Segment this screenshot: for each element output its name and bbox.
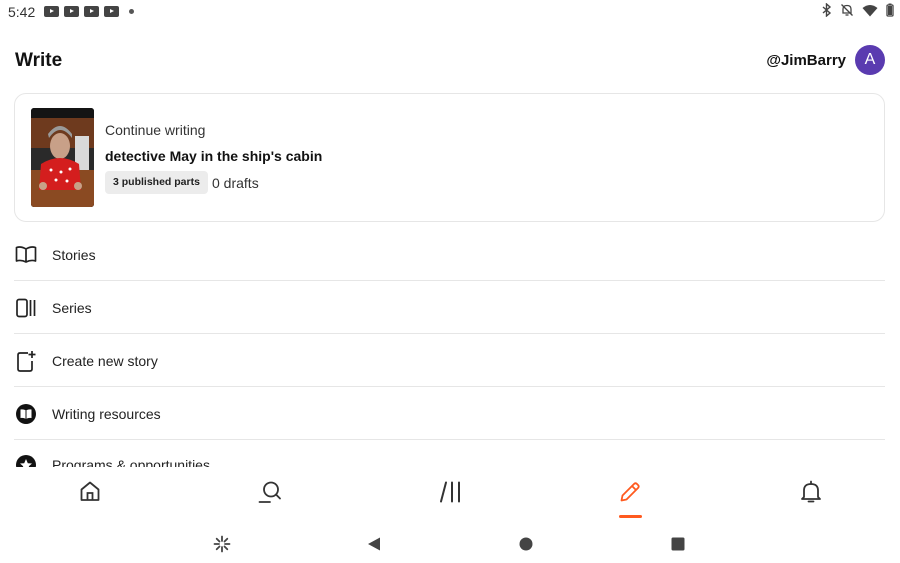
menu-item-writing-resources[interactable]: Writing resources (14, 388, 885, 440)
search-icon (258, 481, 281, 503)
pencil-icon (620, 482, 640, 502)
home-circle-icon (519, 537, 533, 551)
story-title: detective May in the ship's cabin (105, 148, 323, 164)
series-stack-icon (14, 296, 38, 320)
menu-overflow-clip: Programs & opportunities (0, 455, 900, 467)
back-button[interactable] (361, 531, 387, 557)
bluetooth-icon (822, 3, 832, 17)
username-link[interactable]: @JimBarry (766, 52, 846, 69)
published-parts-badge: 3 published parts (105, 171, 208, 194)
nav-home[interactable] (70, 480, 110, 516)
home-button[interactable] (513, 531, 539, 557)
avatar[interactable]: A (855, 45, 885, 75)
menu-item-programs-opportunities[interactable]: Programs & opportunities (14, 455, 885, 467)
continue-writing-card[interactable]: Continue writing detective May in the sh… (14, 93, 885, 222)
continue-writing-label: Continue writing (105, 122, 206, 138)
status-time: 5:42 (8, 4, 36, 20)
story-cover-image (31, 108, 94, 207)
assistant-icon (213, 535, 231, 553)
page-title: Write (15, 50, 63, 71)
notification-dot-icon (129, 9, 134, 14)
nav-write[interactable] (610, 480, 650, 516)
system-nav-bar (0, 527, 900, 563)
menu-item-series[interactable]: Series (14, 282, 885, 334)
status-icons (822, 3, 894, 17)
notifications-off-icon (841, 4, 853, 16)
drafts-count: 0 drafts (212, 175, 259, 191)
nav-notifications[interactable] (791, 480, 831, 516)
menu-item-label: Stories (52, 246, 96, 263)
menu-item-stories[interactable]: Stories (14, 229, 885, 281)
new-page-plus-icon (14, 349, 38, 373)
menu-item-label: Programs & opportunities (52, 457, 210, 467)
assistant-button[interactable] (209, 531, 235, 557)
youtube-icon (64, 6, 79, 17)
avatar-letter: A (864, 51, 876, 68)
menu-item-label: Writing resources (52, 405, 161, 422)
status-bar: 5:42 (0, 0, 900, 24)
active-tab-indicator (619, 515, 642, 518)
menu-item-create-new-story[interactable]: Create new story (14, 335, 885, 387)
open-book-icon (14, 243, 38, 267)
library-icon (440, 481, 460, 503)
star-circle-icon (14, 455, 38, 467)
cover-illustration (31, 108, 94, 207)
bottom-nav (0, 467, 900, 527)
menu-item-label: Series (52, 299, 92, 316)
bell-icon (801, 480, 821, 503)
home-icon (80, 481, 100, 501)
recents-button[interactable] (665, 531, 691, 557)
wifi-icon (862, 4, 878, 16)
youtube-icon (44, 6, 59, 17)
recents-square-icon (671, 537, 685, 551)
menu-item-label: Create new story (52, 352, 158, 369)
battery-icon (886, 3, 894, 17)
nav-search[interactable] (250, 480, 290, 516)
back-icon (368, 537, 380, 551)
nav-library[interactable] (431, 480, 471, 516)
book-circle-icon (14, 402, 38, 426)
youtube-icon (84, 6, 99, 17)
youtube-icon (104, 6, 119, 17)
